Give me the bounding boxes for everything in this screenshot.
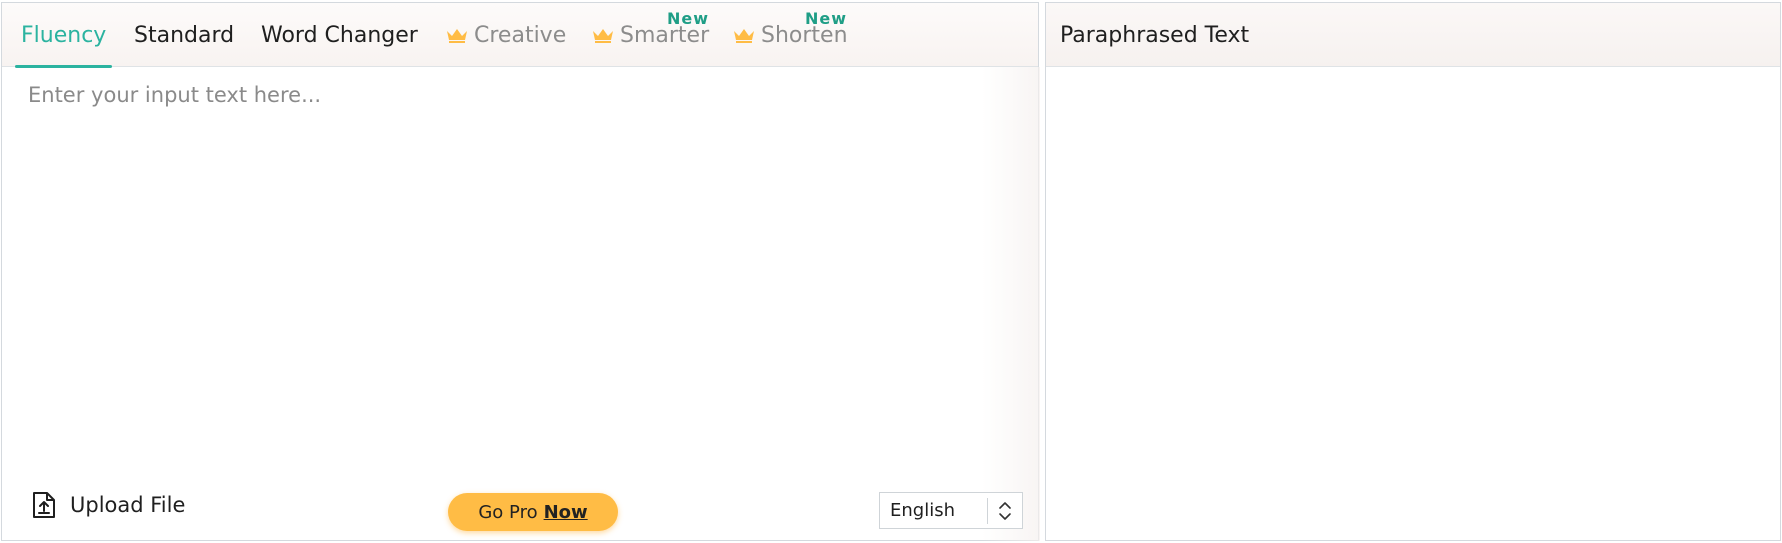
- upload-file-label: Upload File: [70, 493, 186, 517]
- tab-label: Fluency: [21, 22, 107, 48]
- tab-label: Standard: [134, 22, 235, 48]
- output-title: Paraphrased Text: [1060, 22, 1250, 48]
- tab-shorten[interactable]: Shorten New: [733, 3, 848, 67]
- language-selected: English: [890, 500, 955, 521]
- tab-label: Creative: [474, 22, 567, 48]
- upload-file-icon: [33, 492, 55, 518]
- output-header: Paraphrased Text: [1046, 3, 1780, 67]
- tab-standard[interactable]: Standard: [134, 3, 234, 67]
- crown-icon: [593, 29, 613, 43]
- language-select[interactable]: English: [879, 492, 1023, 529]
- output-text-area[interactable]: [1046, 67, 1780, 541]
- go-pro-now: Now: [543, 501, 588, 523]
- mode-tabbar: Fluency Standard Word Changer Creative S…: [2, 3, 1038, 68]
- tab-word-changer[interactable]: Word Changer: [261, 3, 418, 67]
- new-badge: New: [667, 9, 710, 28]
- upload-file-button[interactable]: Upload File: [32, 491, 185, 519]
- go-pro-button[interactable]: Go Pro Now: [448, 493, 618, 531]
- tab-label: Word Changer: [261, 22, 418, 48]
- crown-icon: [447, 29, 467, 43]
- output-panel: Paraphrased Text: [1045, 2, 1781, 541]
- go-pro-label: Go Pro: [478, 501, 538, 523]
- tab-smarter[interactable]: Smarter New: [592, 3, 709, 67]
- crown-icon: [734, 29, 754, 43]
- paraphraser-app: Fluency Standard Word Changer Creative S…: [0, 0, 1782, 543]
- updown-chevron-icon: [988, 500, 1022, 522]
- input-text-area[interactable]: [28, 83, 1008, 463]
- tab-creative[interactable]: Creative: [446, 3, 566, 67]
- new-badge: New: [805, 9, 848, 28]
- tab-fluency[interactable]: Fluency: [14, 3, 113, 68]
- input-panel: Fluency Standard Word Changer Creative S…: [1, 2, 1040, 541]
